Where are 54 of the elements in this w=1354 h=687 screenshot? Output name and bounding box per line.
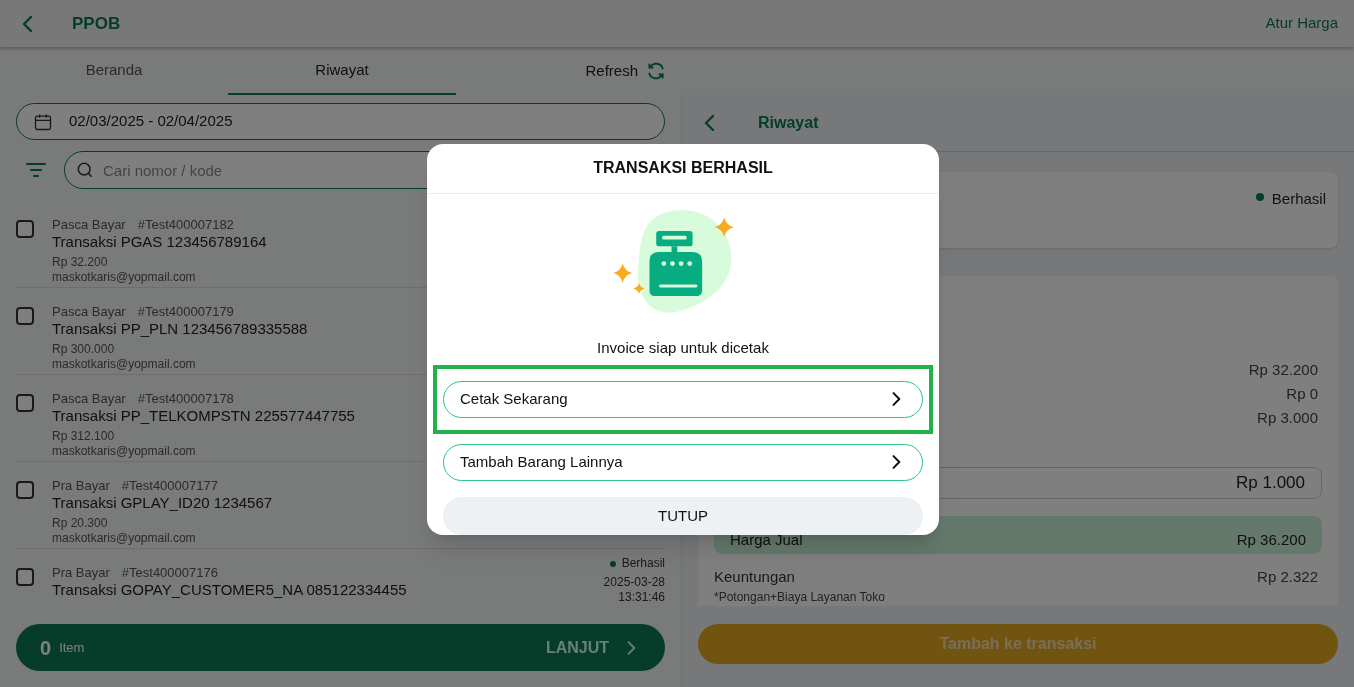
transaction-email: maskotkaris@yopmail.com (52, 531, 196, 546)
page-title: PPOB (72, 12, 121, 35)
transaction-title: Transaksi GOPAY_CUSTOMER5_NA 085122334455 (52, 581, 407, 599)
transaction-type: Pasca Bayar (52, 391, 126, 407)
checkbox[interactable] (16, 220, 34, 238)
transaction-title: Transaksi PGAS 123456789164 (52, 233, 267, 251)
close-button[interactable]: TUTUP (443, 496, 923, 535)
tab[interactable]: Riwayat (228, 47, 456, 95)
checkbox[interactable] (16, 481, 34, 499)
search-icon (75, 160, 95, 180)
transaction-time: 13:31:46 (618, 590, 665, 605)
refresh-icon (646, 61, 666, 81)
transaction-title: Transaksi PP_TELKOMPSTN 225577447755 (52, 407, 355, 425)
transaction-date: 2025-03-28 (603, 575, 665, 590)
profit-label: Keuntungan (714, 566, 795, 587)
status-label: Berhasil (1271, 189, 1326, 209)
transaction-email: maskotkaris@yopmail.com (52, 357, 196, 372)
continue-label: LANJUT (545, 637, 609, 658)
tab[interactable]: Beranda (0, 47, 228, 95)
transaction-code: #Test400007178 (137, 391, 234, 407)
transaction-title: Transaksi PP_PLN 123456789335588 (52, 320, 308, 338)
transaction-email: maskotkaris@yopmail.com (52, 270, 196, 285)
transaction-code: #Test400007176 (121, 565, 218, 581)
profit-value: Rp 2.322 (1257, 566, 1318, 587)
amount-value: Rp 32.200 (1248, 360, 1318, 380)
transaction-email: maskotkaris@yopmail.com (52, 444, 196, 459)
transaction-code: #Test400007179 (137, 304, 234, 320)
transaction-type: Pasca Bayar (52, 304, 126, 320)
refresh-button[interactable]: Refresh (585, 47, 666, 95)
panel-title: Riwayat (758, 113, 819, 133)
transaction-amount: Rp 300.000 (52, 342, 115, 357)
transaction-type: Pasca Bayar (52, 217, 126, 233)
transaction-code: #Test400007177 (121, 478, 218, 494)
item-count: 0 (40, 635, 52, 661)
item-label: Item (59, 638, 85, 657)
transaction-type: Pra Bayar (52, 478, 110, 494)
date-range-field[interactable]: 02/03/2025 - 02/04/2025 (16, 103, 665, 140)
sell-price-value: Rp 36.200 (1236, 530, 1306, 550)
status-label: Berhasil (621, 556, 665, 571)
transaction-amount: Rp 20.300 (52, 516, 108, 531)
amount-value: Rp 0 (1286, 384, 1318, 404)
set-price-link[interactable]: Atur Harga (1265, 12, 1338, 35)
profit-note: *Potongan+Biaya Layanan Toko (714, 589, 886, 606)
continue-bar[interactable]: 0 Item LANJUT (16, 624, 665, 671)
transaction-amount: Rp 312.100 (52, 429, 115, 444)
transaction-type: Pra Bayar (52, 565, 110, 581)
dialog-message: Invoice siap untuk dicetak (597, 338, 769, 357)
checkbox[interactable] (16, 568, 34, 586)
transaction-title: Transaksi GPLAY_ID20 1234567 (52, 494, 273, 512)
transaction-amount: Rp 32.200 (52, 255, 108, 270)
transaction-code: #Test400007182 (137, 217, 234, 233)
amount-value: Rp 3.000 (1257, 408, 1318, 428)
checkbox[interactable] (16, 394, 34, 412)
checkbox[interactable] (16, 307, 34, 325)
